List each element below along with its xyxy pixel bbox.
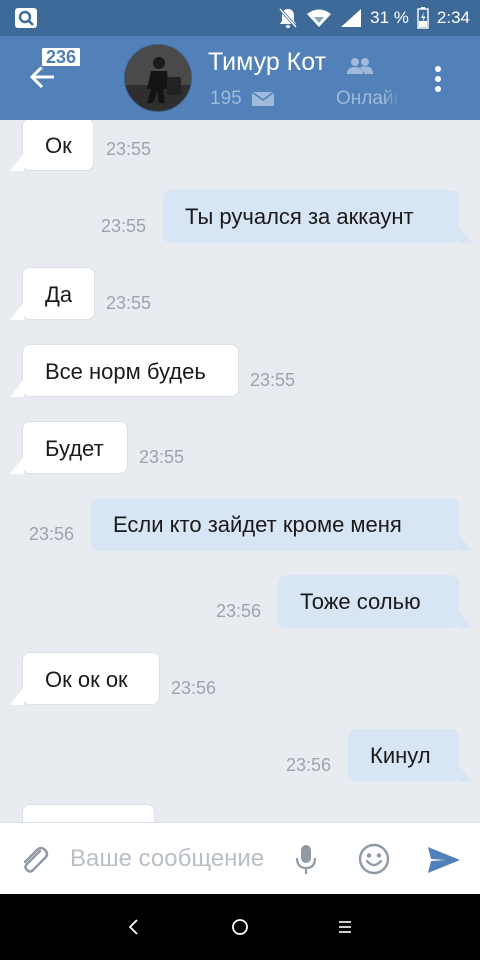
signal-icon [341, 9, 362, 27]
message-bubble[interactable]: Ок [10, 120, 94, 171]
contact-name[interactable]: Тимур Кот [208, 48, 326, 77]
message-time: 23:55 [139, 447, 185, 467]
composer-bar [0, 822, 480, 894]
message-bubble-partial[interactable] [22, 804, 155, 822]
unread-badge[interactable]: 236 [40, 46, 83, 68]
avatar[interactable] [124, 44, 192, 112]
message-text: Ок ок ок [45, 667, 128, 692]
wifi-icon [307, 9, 332, 27]
notifications-off-icon [279, 8, 298, 28]
envelope-icon [252, 92, 274, 106]
status-bar: 31 % 2:34 [0, 0, 480, 36]
nav-menu-icon[interactable] [336, 918, 354, 936]
message-bubble[interactable]: Все норм будеь [10, 344, 239, 397]
message-bubble[interactable]: Будет [10, 421, 128, 474]
message-bubble[interactable]: Тоже солью [278, 575, 472, 628]
message-text: Да [45, 282, 73, 307]
chat-header: 236 Тимур Кот 195 Онлайн [0, 36, 480, 120]
message-bubble[interactable]: Да [10, 267, 95, 320]
friends-icon [347, 58, 373, 74]
message-input[interactable] [70, 839, 276, 879]
message-text: Будет [45, 436, 104, 461]
nav-home-icon[interactable] [230, 917, 250, 937]
message-text: Если кто зайдет кроме меня [113, 512, 402, 537]
message-text: Ок [45, 133, 72, 158]
message-time: 23:56 [286, 755, 332, 775]
message-bubble[interactable]: Кинул [348, 729, 472, 782]
system-nav-bar [0, 894, 480, 960]
message-count: 195 [210, 88, 242, 109]
emoji-icon[interactable] [358, 843, 390, 875]
message-time: 23:56 [216, 601, 262, 621]
message-text: Тоже солью [300, 589, 421, 614]
message-list[interactable]: Ок 23:55 Ты ручался за аккаунт 23:55 Да … [0, 120, 480, 822]
send-icon[interactable] [426, 845, 462, 875]
nav-back-icon[interactable] [126, 917, 142, 937]
message-text: Кинул [370, 743, 431, 768]
search-icon [15, 8, 37, 28]
message-bubble[interactable]: Если кто зайдет кроме меня [91, 498, 472, 551]
message-bubble[interactable]: Ты ручался за аккаунт [163, 190, 472, 243]
clock: 2:34 [436, 8, 470, 27]
message-time: 23:55 [101, 216, 147, 236]
message-time: 23:55 [106, 139, 152, 159]
message-time: 23:56 [171, 678, 217, 698]
message-text: Ты ручался за аккаунт [185, 204, 414, 229]
online-status: Онлайн [336, 88, 400, 110]
message-bubble[interactable]: Ок ок ок [10, 652, 160, 705]
battery-percent: 31 % [370, 8, 409, 27]
more-vertical-icon[interactable] [428, 64, 448, 94]
battery-icon [417, 7, 429, 29]
paperclip-icon[interactable] [18, 843, 50, 877]
message-time: 23:55 [106, 293, 152, 313]
microphone-icon[interactable] [294, 843, 318, 877]
message-text: Все норм будеь [45, 359, 206, 384]
message-time: 23:56 [29, 524, 75, 544]
message-time: 23:55 [250, 370, 296, 390]
